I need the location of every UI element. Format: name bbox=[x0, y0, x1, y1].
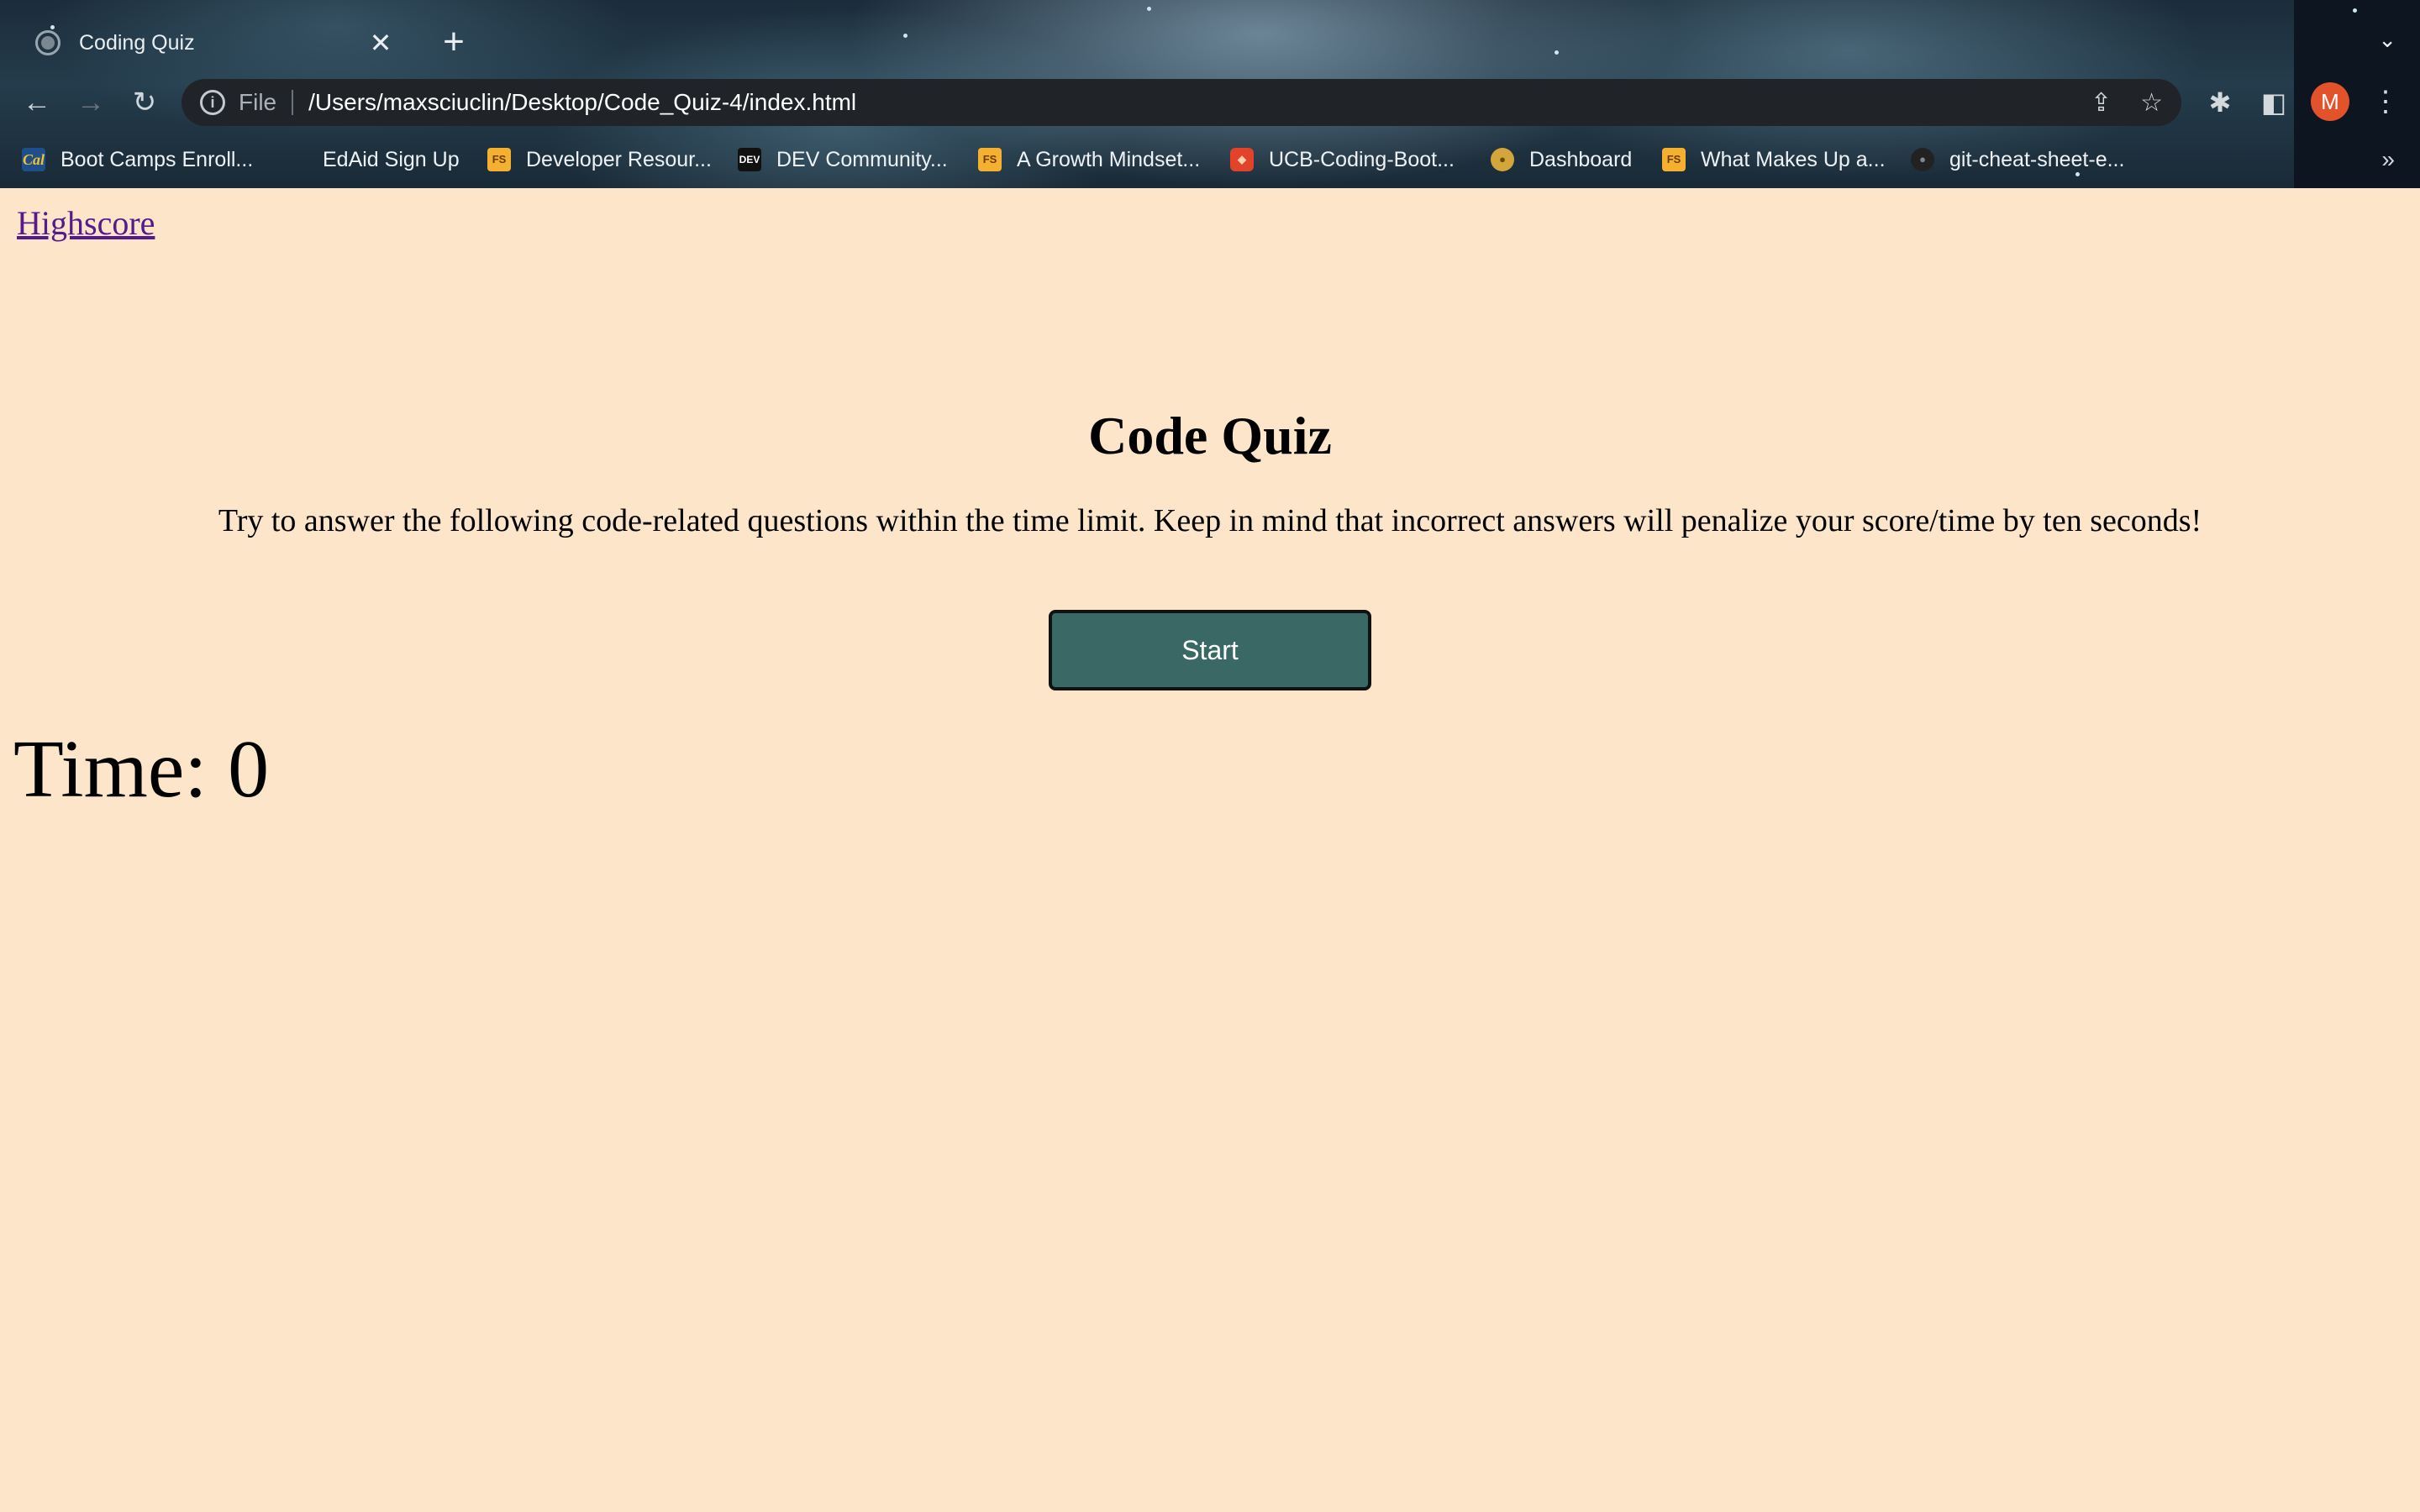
bookmark-item[interactable]: FS What Makes Up a... bbox=[1662, 138, 1886, 181]
globe-icon bbox=[35, 30, 60, 55]
tab-search-icon[interactable]: ⌄ bbox=[2378, 27, 2396, 53]
bookmark-item[interactable]: ◆ UCB-Coding-Boot... bbox=[1230, 138, 1455, 181]
dashboard-icon: ● bbox=[1491, 148, 1514, 171]
bookmark-label: What Makes Up a... bbox=[1701, 147, 1886, 171]
github-icon: ● bbox=[1911, 148, 1934, 171]
star-decoration bbox=[903, 34, 908, 38]
fs-icon: FS bbox=[1662, 148, 1686, 171]
bookmark-label: A Growth Mindset... bbox=[1017, 147, 1201, 171]
bookmark-label: Developer Resour... bbox=[526, 147, 712, 171]
side-panel-icon[interactable]: ◧ bbox=[2255, 84, 2292, 121]
url-scheme: File bbox=[239, 89, 277, 115]
bookmark-item[interactable]: Cal Boot Camps Enroll... bbox=[22, 138, 253, 181]
share-icon[interactable]: ⇪ bbox=[2091, 88, 2112, 118]
menu-icon[interactable]: ⋮ bbox=[2371, 82, 2400, 121]
close-tab-icon[interactable]: ✕ bbox=[364, 27, 397, 59]
bookmark-item[interactable]: FS A Growth Mindset... bbox=[978, 138, 1200, 181]
browser-tab[interactable]: Coding Quiz ✕ bbox=[17, 15, 416, 71]
gitlab-icon: ◆ bbox=[1230, 148, 1254, 171]
star-decoration bbox=[1555, 50, 1559, 55]
quiz-instructions: Try to answer the following code-related… bbox=[218, 503, 2202, 538]
fs-icon: FS bbox=[978, 148, 1002, 171]
back-button[interactable]: ← bbox=[20, 84, 54, 121]
bookmark-item[interactable]: ● Dashboard bbox=[1491, 138, 1632, 181]
bookmark-star-icon[interactable]: ☆ bbox=[2140, 88, 2163, 118]
page-title: Code Quiz bbox=[1088, 406, 1332, 465]
cal-icon: Cal bbox=[22, 148, 45, 171]
forward-button[interactable]: → bbox=[74, 84, 108, 121]
bookmark-label: Dashboard bbox=[1529, 147, 1633, 171]
profile-avatar[interactable]: M bbox=[2311, 82, 2349, 121]
address-bar[interactable]: i File /Users/maxsciuclin/Desktop/Code_Q… bbox=[182, 79, 2181, 126]
divider bbox=[292, 90, 294, 115]
bookmark-item[interactable]: FS Developer Resour... bbox=[487, 138, 712, 181]
highscore-link[interactable]: Highscore bbox=[17, 203, 155, 243]
extensions-icon[interactable]: ✱ bbox=[2202, 84, 2238, 121]
start-button[interactable]: Start bbox=[1049, 610, 1371, 690]
bookmark-label: EdAid Sign Up bbox=[323, 147, 460, 171]
bookmarks-bar: Cal Boot Camps Enroll... EdAid Sign Up F… bbox=[0, 138, 2420, 181]
bookmark-item[interactable]: DEV DEV Community... bbox=[738, 138, 948, 181]
reload-button[interactable]: ↻ bbox=[128, 84, 161, 121]
bookmark-label: Boot Camps Enroll... bbox=[60, 147, 254, 171]
new-tab-button[interactable]: + bbox=[437, 18, 471, 66]
fs-icon: FS bbox=[487, 148, 511, 171]
bookmark-label: DEV Community... bbox=[776, 147, 948, 171]
bookmark-label: git-cheat-sheet-e... bbox=[1949, 147, 2125, 171]
url-text[interactable]: /Users/maxsciuclin/Desktop/Code_Quiz-4/i… bbox=[308, 89, 2062, 116]
info-icon[interactable]: i bbox=[200, 90, 225, 115]
dev-icon: DEV bbox=[738, 148, 761, 171]
star-decoration bbox=[2353, 8, 2357, 13]
timer-display: Time: 0 bbox=[13, 724, 270, 815]
bookmark-label: UCB-Coding-Boot... bbox=[1269, 147, 1455, 171]
star-decoration bbox=[1147, 7, 1151, 11]
browser-chrome: Coding Quiz ✕ + ⌄ ← → ↻ i File /Users/ma… bbox=[0, 0, 2420, 188]
bookmark-item[interactable]: EdAid Sign Up bbox=[323, 138, 460, 181]
more-bookmarks-icon[interactable]: » bbox=[2381, 138, 2395, 181]
tab-title: Coding Quiz bbox=[79, 30, 195, 55]
bookmark-item[interactable]: ● git-cheat-sheet-e... bbox=[1911, 138, 2124, 181]
page-content: Highscore Code Quiz Try to answer the fo… bbox=[0, 188, 2420, 1512]
